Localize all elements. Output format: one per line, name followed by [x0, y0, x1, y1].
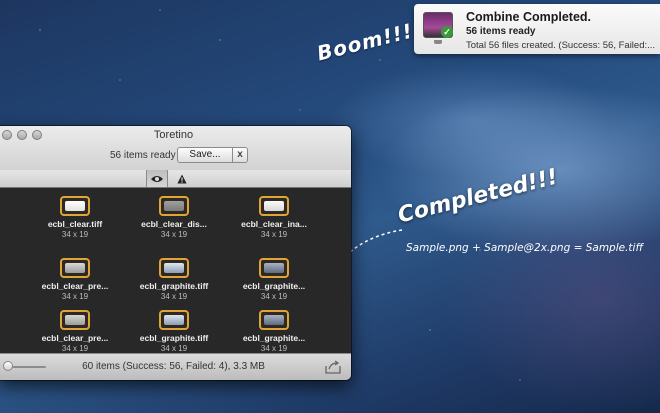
thumbnail [159, 310, 189, 330]
grid-item[interactable]: ecbl_clear_ina... 34 x 19 [229, 196, 319, 239]
thumbnail [159, 258, 189, 278]
grid-item[interactable]: ecbl_clear.tiff 34 x 19 [30, 196, 120, 239]
notification-subtitle: 56 items ready [466, 26, 536, 37]
item-name: ecbl_clear_ina... [241, 219, 307, 229]
item-size: 34 x 19 [260, 230, 288, 239]
item-name: ecbl_graphite... [242, 281, 306, 291]
checkmark-icon: ✓ [441, 26, 453, 38]
thumbnail [60, 196, 90, 216]
item-name: ecbl_graphite... [242, 333, 306, 343]
item-name: ecbl_clear_dis... [141, 219, 207, 229]
notification-title: Combine Completed. [466, 10, 592, 24]
status-bar: 60 items (Success: 56, Failed: 4), 3.3 M… [0, 353, 351, 380]
thumbnail [259, 310, 289, 330]
item-size: 34 x 19 [260, 292, 288, 301]
thumbnail [60, 310, 90, 330]
cancel-button[interactable]: x [233, 147, 248, 163]
item-size: 34 x 19 [61, 344, 89, 353]
item-size: 34 x 19 [160, 344, 188, 353]
warning-icon[interactable] [171, 170, 193, 187]
item-name: ecbl_clear.tiff [47, 219, 103, 229]
toretino-window: Toretino 56 items ready Save... x ecbl_c… [0, 126, 351, 380]
item-size: 34 x 19 [160, 292, 188, 301]
share-icon[interactable] [325, 360, 341, 374]
grid-item[interactable]: ecbl_graphite... 34 x 19 [229, 258, 319, 301]
item-name: ecbl_graphite.tiff [139, 281, 209, 291]
thumbnail [159, 196, 189, 216]
save-button[interactable]: Save... [177, 147, 233, 163]
completed-annotation: Completed!!! [395, 164, 561, 229]
thumbnail [259, 258, 289, 278]
thumbnail [259, 196, 289, 216]
grid-item[interactable]: ecbl_graphite.tiff 34 x 19 [129, 310, 219, 353]
window-titlebar[interactable]: Toretino 56 items ready Save... x [0, 126, 351, 171]
grid-item[interactable]: ecbl_clear_dis... 34 x 19 [129, 196, 219, 239]
item-name: ecbl_clear_pre... [41, 281, 109, 291]
items-grid: ecbl_clear.tiff 34 x 19 ecbl_clear_dis..… [0, 188, 351, 354]
item-name: ecbl_graphite.tiff [139, 333, 209, 343]
item-name: ecbl_clear_pre... [41, 333, 109, 343]
thumbnail [60, 258, 90, 278]
grid-item[interactable]: ecbl_graphite... 34 x 19 [229, 310, 319, 353]
item-size: 34 x 19 [160, 230, 188, 239]
boom-annotation: Boom!!! [314, 18, 416, 66]
notification-body: Total 56 files created. (Success: 56, Fa… [466, 40, 656, 51]
status-summary: 60 items (Success: 56, Failed: 4), 3.3 M… [82, 361, 265, 372]
item-size: 34 x 19 [260, 344, 288, 353]
formula-annotation: Sample.png + Sample@2x.png = Sample.tiff [406, 242, 644, 254]
notification-banner[interactable]: ✓ Combine Completed. 56 items ready Tota… [414, 4, 660, 54]
grid-item[interactable]: ecbl_clear_pre... 34 x 19 [30, 310, 120, 353]
item-size: 34 x 19 [61, 230, 89, 239]
eye-icon[interactable] [146, 170, 168, 187]
grid-item[interactable]: ecbl_clear_pre... 34 x 19 [30, 258, 120, 301]
filter-toolbar [0, 170, 351, 188]
window-title: Toretino [153, 129, 194, 141]
ready-count-label: 56 items ready [110, 150, 176, 161]
grid-item[interactable]: ecbl_graphite.tiff 34 x 19 [129, 258, 219, 301]
item-size: 34 x 19 [61, 292, 89, 301]
